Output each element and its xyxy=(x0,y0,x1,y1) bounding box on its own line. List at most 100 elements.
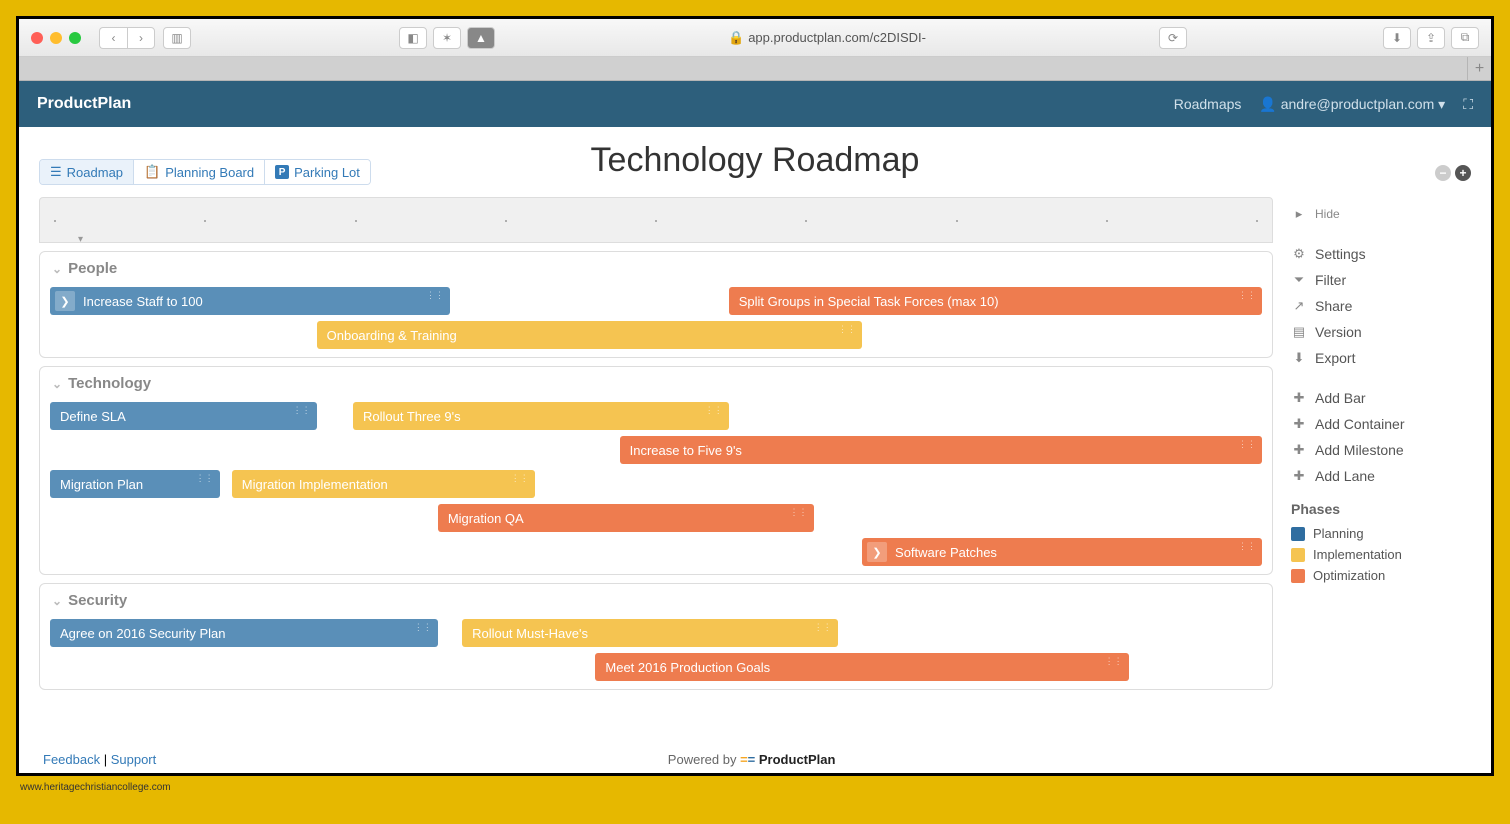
roadmap-bar[interactable]: ❯ Software Patches ⋮⋮ xyxy=(862,538,1262,566)
fullscreen-button[interactable]: ⛶ xyxy=(1463,96,1473,113)
filter-icon: ⏷ xyxy=(1291,272,1307,288)
roadmap-bar[interactable]: Rollout Must-Have's⋮⋮ xyxy=(462,619,838,647)
support-link[interactable]: Support xyxy=(111,752,157,767)
add-lane-link[interactable]: ✚Add Lane xyxy=(1291,463,1471,489)
share-button[interactable]: ⇪ xyxy=(1417,27,1445,49)
add-container-link[interactable]: ✚Add Container xyxy=(1291,411,1471,437)
add-milestone-label: Add Milestone xyxy=(1315,442,1404,458)
grip-icon[interactable]: ⋮⋮ xyxy=(1238,439,1256,450)
parking-icon: P xyxy=(275,165,289,179)
download-icon: ⬇ xyxy=(1291,350,1307,366)
legend-implementation[interactable]: Implementation xyxy=(1291,544,1471,565)
roadmap-bar[interactable]: Agree on 2016 Security Plan⋮⋮ xyxy=(50,619,438,647)
grip-icon[interactable]: ⋮⋮ xyxy=(293,405,311,416)
lane-header[interactable]: ⌄People xyxy=(50,252,1262,281)
roadmap-bar[interactable]: Meet 2016 Production Goals ⋮⋮ xyxy=(595,653,1128,681)
user-icon: 👤 xyxy=(1259,96,1276,112)
tab-roadmap[interactable]: ☰ Roadmap xyxy=(40,160,134,184)
grip-icon[interactable]: ⋮⋮ xyxy=(790,507,808,518)
share-icon: ↗ xyxy=(1291,298,1307,314)
grip-icon[interactable]: ⋮⋮ xyxy=(814,622,832,633)
plus-icon: ✚ xyxy=(1291,390,1307,406)
add-bar-link[interactable]: ✚Add Bar xyxy=(1291,385,1471,411)
version-link[interactable]: ▤ Version xyxy=(1291,319,1471,345)
share-link[interactable]: ↗Share xyxy=(1291,293,1471,319)
roadmap-bar[interactable]: Increase to Five 9's⋮⋮ xyxy=(620,436,1262,464)
lane-header[interactable]: ⌄Technology xyxy=(50,367,1262,396)
timeline-header[interactable]: ▾ xyxy=(39,197,1273,243)
track: Migration Plan⋮⋮ Migration Implementation… xyxy=(50,470,1262,498)
maximize-window-button[interactable] xyxy=(69,32,81,44)
tab-planning-board[interactable]: 📋 Planning Board xyxy=(134,160,265,184)
tabs-button[interactable]: ⧉ xyxy=(1451,27,1479,49)
zoom-in-button[interactable]: + xyxy=(1455,165,1471,181)
sidebar-toggle-button[interactable]: ▥ xyxy=(163,27,191,49)
grip-icon[interactable]: ⋮⋮ xyxy=(1238,290,1256,301)
roadmap-bar[interactable]: Onboarding & Training⋮⋮ xyxy=(317,321,862,349)
grip-icon[interactable]: ⋮⋮ xyxy=(426,290,444,301)
downloads-button[interactable]: ⬇ xyxy=(1383,27,1411,49)
bar-label: Migration QA xyxy=(448,511,524,526)
settings-link[interactable]: ⚙Settings xyxy=(1291,241,1471,267)
export-link[interactable]: ⬇Export xyxy=(1291,345,1471,371)
bar-label: Software Patches xyxy=(895,545,997,560)
brand-logo[interactable]: ProductPlan xyxy=(37,95,131,113)
grip-icon[interactable]: ⋮⋮ xyxy=(1238,541,1256,552)
close-window-button[interactable] xyxy=(31,32,43,44)
version-icon: ▤ xyxy=(1291,324,1307,340)
expand-arrow-icon[interactable]: ❯ xyxy=(867,542,887,562)
roadmap-bar[interactable]: Split Groups in Special Task Forces (max… xyxy=(729,287,1262,315)
wand-icon[interactable]: ✶ xyxy=(433,27,461,49)
legend-swatch-planning xyxy=(1291,527,1305,541)
productplan-logo[interactable]: == ProductPlan xyxy=(740,752,835,767)
screenshot-frame: ‹ › ▥ ◧ ✶ ▲ 🔒 app.productplan.com/c2DISD… xyxy=(16,16,1494,776)
hide-sidebar-button[interactable]: ▸ Hide xyxy=(1291,201,1471,227)
minimize-window-button[interactable] xyxy=(50,32,62,44)
board-icon: 📋 xyxy=(144,164,160,180)
footer-sep: | xyxy=(104,752,111,767)
zoom-out-button[interactable]: − xyxy=(1435,165,1451,181)
bar-label: Increase Staff to 100 xyxy=(83,294,203,309)
filter-link[interactable]: ⏷Filter xyxy=(1291,267,1471,293)
roadmap-bar[interactable]: Migration QA ⋮⋮ xyxy=(438,504,814,532)
nav-roadmaps[interactable]: Roadmaps xyxy=(1174,96,1242,112)
lock-icon: 🔒 xyxy=(728,30,744,46)
browser-window: ‹ › ▥ ◧ ✶ ▲ 🔒 app.productplan.com/c2DISD… xyxy=(19,19,1491,773)
new-tab-button[interactable]: + xyxy=(1467,57,1491,80)
lane-title: Security xyxy=(68,592,127,609)
roadmap-bar[interactable]: Rollout Three 9's⋮⋮ xyxy=(353,402,729,430)
address-bar[interactable]: 🔒 app.productplan.com/c2DISDI- xyxy=(503,30,1151,46)
nav-user-menu[interactable]: 👤 andre@productplan.com ▾ xyxy=(1259,96,1445,113)
chevron-down-icon: ⌄ xyxy=(52,262,62,276)
back-button[interactable]: ‹ xyxy=(99,27,127,49)
grip-icon[interactable]: ⋮⋮ xyxy=(838,324,856,335)
phases-heading: Phases xyxy=(1291,501,1471,517)
warning-icon[interactable]: ▲ xyxy=(467,27,495,49)
app-content: ProductPlan Roadmaps 👤 andre@productplan… xyxy=(19,81,1491,773)
roadmap-bar[interactable]: Define SLA ⋮⋮ xyxy=(50,402,317,430)
lane-header[interactable]: ⌄Security xyxy=(50,584,1262,613)
grip-icon[interactable]: ⋮⋮ xyxy=(414,622,432,633)
right-sidebar: ▸ Hide ⚙Settings ⏷Filter ↗Share ▤ Version… xyxy=(1291,197,1471,744)
grip-icon[interactable]: ⋮⋮ xyxy=(196,473,214,484)
grip-icon[interactable]: ⋮⋮ xyxy=(705,405,723,416)
version-label: Version xyxy=(1315,324,1362,340)
grip-icon[interactable]: ⋮⋮ xyxy=(511,473,529,484)
expand-arrow-icon[interactable]: ❯ xyxy=(55,291,75,311)
legend-optimization[interactable]: Optimization xyxy=(1291,565,1471,586)
legend-planning-label: Planning xyxy=(1313,526,1364,541)
legend-optimization-label: Optimization xyxy=(1313,568,1385,583)
forward-button[interactable]: › xyxy=(127,27,155,49)
reload-button[interactable]: ⟳ xyxy=(1159,27,1187,49)
roadmap-bar[interactable]: Migration Plan⋮⋮ xyxy=(50,470,220,498)
roadmap-bar[interactable]: ❯ Increase Staff to 100 ⋮⋮ xyxy=(50,287,450,315)
roadmap-bar[interactable]: Migration Implementation⋮⋮ xyxy=(232,470,535,498)
feedback-link[interactable]: Feedback xyxy=(43,752,100,767)
grip-icon[interactable]: ⋮⋮ xyxy=(1105,656,1123,667)
add-milestone-link[interactable]: ✚Add Milestone xyxy=(1291,437,1471,463)
shield-icon[interactable]: ◧ xyxy=(399,27,427,49)
bar-label: Define SLA xyxy=(60,409,126,424)
tab-parking-lot[interactable]: P Parking Lot xyxy=(265,160,370,184)
bar-label: Meet 2016 Production Goals xyxy=(605,660,770,675)
legend-planning[interactable]: Planning xyxy=(1291,523,1471,544)
